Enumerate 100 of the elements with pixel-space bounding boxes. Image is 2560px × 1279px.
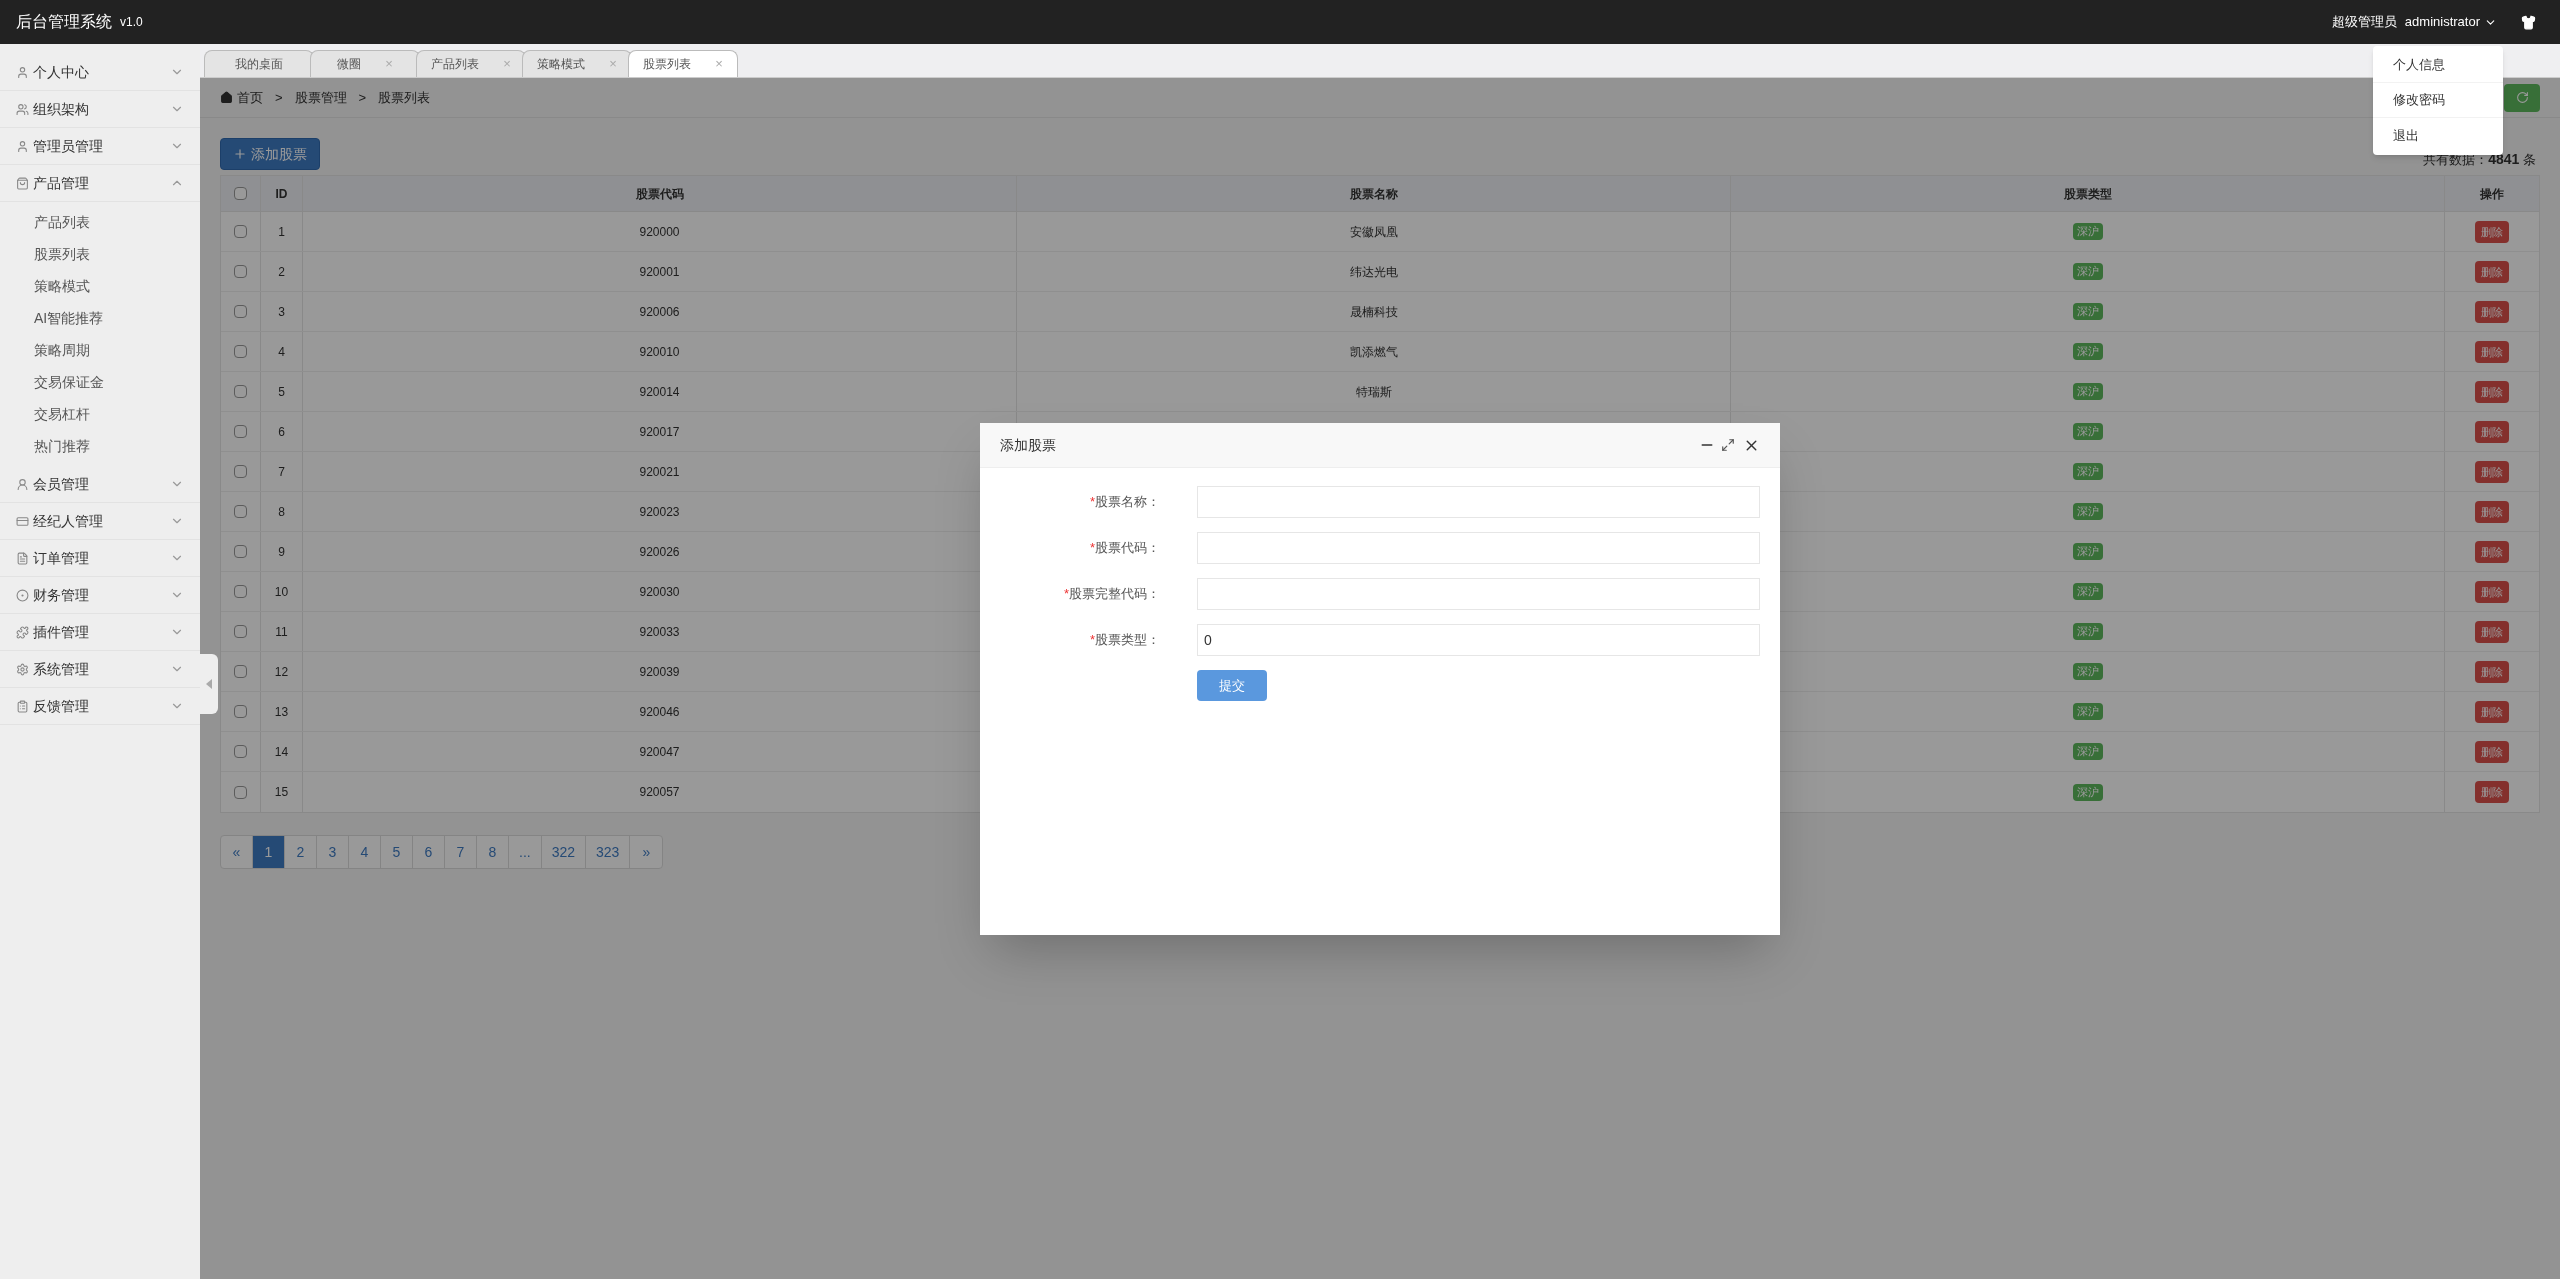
breadcrumb-item[interactable]: 首页 [237, 87, 263, 108]
delete-button[interactable]: 删除 [2475, 781, 2509, 803]
delete-button[interactable]: 删除 [2475, 620, 2509, 643]
checkbox[interactable] [234, 305, 247, 318]
sidebar-item[interactable]: 财务管理 [0, 577, 200, 614]
page-button[interactable]: 4 [349, 836, 381, 868]
input-field[interactable] [1197, 532, 1760, 564]
tab-close[interactable]: × [715, 54, 723, 74]
input-field[interactable] [1197, 486, 1760, 518]
sidebar-item[interactable]: 反馈管理 [0, 688, 200, 725]
sidebar-item[interactable]: 经纪人管理 [0, 503, 200, 540]
checkbox[interactable] [234, 665, 247, 678]
tab-close[interactable]: × [503, 54, 511, 74]
checkbox[interactable] [234, 225, 247, 238]
checkbox[interactable] [234, 345, 247, 358]
delete-button[interactable]: 删除 [2475, 340, 2509, 363]
sidebar-subitem[interactable]: 策略模式 [0, 270, 200, 302]
collapse-handle[interactable] [200, 654, 218, 714]
tab-close[interactable]: × [385, 54, 393, 74]
checkbox[interactable] [234, 785, 247, 799]
sidebar-subitem[interactable]: 热门推荐 [0, 430, 200, 462]
user-menu-button[interactable]: administrator [2404, 12, 2497, 32]
delete-button[interactable]: 删除 [2475, 220, 2509, 243]
tab[interactable]: 股票列表 × [628, 50, 738, 77]
page-button[interactable]: 5 [381, 836, 413, 868]
checkbox[interactable] [234, 745, 247, 758]
sidebar-item[interactable]: 管理员管理 [0, 128, 200, 165]
page-button[interactable]: 323 [586, 836, 631, 868]
type-tag: 深沪 [2072, 663, 2103, 680]
sidebar-item[interactable]: 会员管理 [0, 466, 200, 503]
page-button[interactable]: 2 [285, 836, 317, 868]
shirt-icon[interactable] [2521, 14, 2536, 30]
delete-button[interactable]: 删除 [2475, 420, 2509, 443]
add-stock-button[interactable]: 添加股票 [220, 138, 320, 170]
sidebar-subitem[interactable]: 策略周期 [0, 334, 200, 366]
maximize-icon[interactable] [1721, 438, 1735, 452]
checkbox[interactable] [234, 465, 247, 478]
breadcrumb-separator: > [358, 88, 367, 107]
type-tag: 深沪 [2072, 303, 2103, 320]
delete-button[interactable]: 删除 [2475, 460, 2509, 483]
submit-button[interactable]: 提交 [1197, 670, 1267, 701]
sidebar-subitem[interactable]: 交易保证金 [0, 366, 200, 398]
checkbox[interactable] [234, 505, 247, 518]
tab[interactable]: 产品列表 × [416, 50, 526, 77]
tab-close[interactable]: × [609, 54, 617, 74]
input-field[interactable]: 0 [1197, 624, 1760, 656]
sidebar-item[interactable]: 产品管理 [0, 165, 200, 202]
person-outline-icon [16, 477, 29, 491]
table-cell: 1 [261, 212, 303, 251]
sidebar-subitem[interactable]: AI智能推荐 [0, 302, 200, 334]
page-button[interactable]: 322 [541, 836, 587, 868]
tab[interactable]: 策略模式 × [522, 50, 632, 77]
page-button[interactable]: 8 [477, 836, 509, 868]
breadcrumb-item[interactable]: 股票管理 [294, 87, 347, 108]
page-button[interactable]: » [630, 836, 663, 868]
puzzle-icon [16, 625, 29, 639]
sidebar-subitem[interactable]: 产品列表 [0, 206, 200, 238]
delete-button[interactable]: 删除 [2475, 740, 2509, 763]
type-tag: 深沪 [2072, 263, 2103, 280]
refresh-button[interactable] [2504, 83, 2540, 112]
type-tag: 深沪 [2072, 503, 2103, 520]
settings-icon [16, 662, 29, 676]
delete-button[interactable]: 删除 [2475, 500, 2509, 523]
tab[interactable]: 微圈 × [310, 50, 420, 77]
checkbox[interactable] [234, 385, 247, 398]
delete-button[interactable]: 删除 [2475, 260, 2509, 283]
tab[interactable]: 我的桌面 [204, 50, 314, 77]
input-field[interactable] [1197, 578, 1760, 610]
app-title: 后台管理系统 [16, 12, 112, 32]
delete-button[interactable]: 删除 [2475, 580, 2509, 603]
checkbox[interactable] [234, 585, 247, 598]
table-cell: 920014 [303, 372, 1017, 411]
sidebar-subitem[interactable]: 交易杠杆 [0, 398, 200, 430]
table-cell: 5 [261, 372, 303, 411]
column-header: 股票类型 [1731, 176, 2445, 211]
page-button[interactable]: ... [509, 836, 542, 868]
checkbox[interactable] [234, 187, 247, 200]
type-tag: 深沪 [2072, 623, 2103, 640]
type-tag: 深沪 [2072, 743, 2103, 760]
menu-item[interactable]: 退出 [2373, 118, 2503, 153]
sidebar-item[interactable]: 组织架构 [0, 91, 200, 128]
sidebar-item[interactable]: 插件管理 [0, 614, 200, 651]
sidebar-subitem[interactable]: 股票列表 [0, 238, 200, 270]
page-button[interactable]: 1 [253, 836, 285, 868]
checkbox[interactable] [234, 545, 247, 558]
page-button[interactable]: 7 [445, 836, 477, 868]
checkbox[interactable] [234, 425, 247, 438]
checkbox[interactable] [234, 625, 247, 638]
type-tag: 深沪 [2072, 223, 2103, 240]
checkbox[interactable] [234, 265, 247, 278]
delete-button[interactable]: 删除 [2475, 540, 2509, 563]
delete-button[interactable]: 删除 [2475, 660, 2509, 683]
page-button[interactable]: 3 [317, 836, 349, 868]
delete-button[interactable]: 删除 [2475, 380, 2509, 403]
sidebar-item[interactable]: 订单管理 [0, 540, 200, 577]
page-button[interactable]: 6 [413, 836, 445, 868]
delete-button[interactable]: 删除 [2475, 300, 2509, 323]
checkbox[interactable] [234, 705, 247, 718]
refresh-icon [2515, 91, 2529, 104]
delete-button[interactable]: 删除 [2475, 700, 2509, 723]
